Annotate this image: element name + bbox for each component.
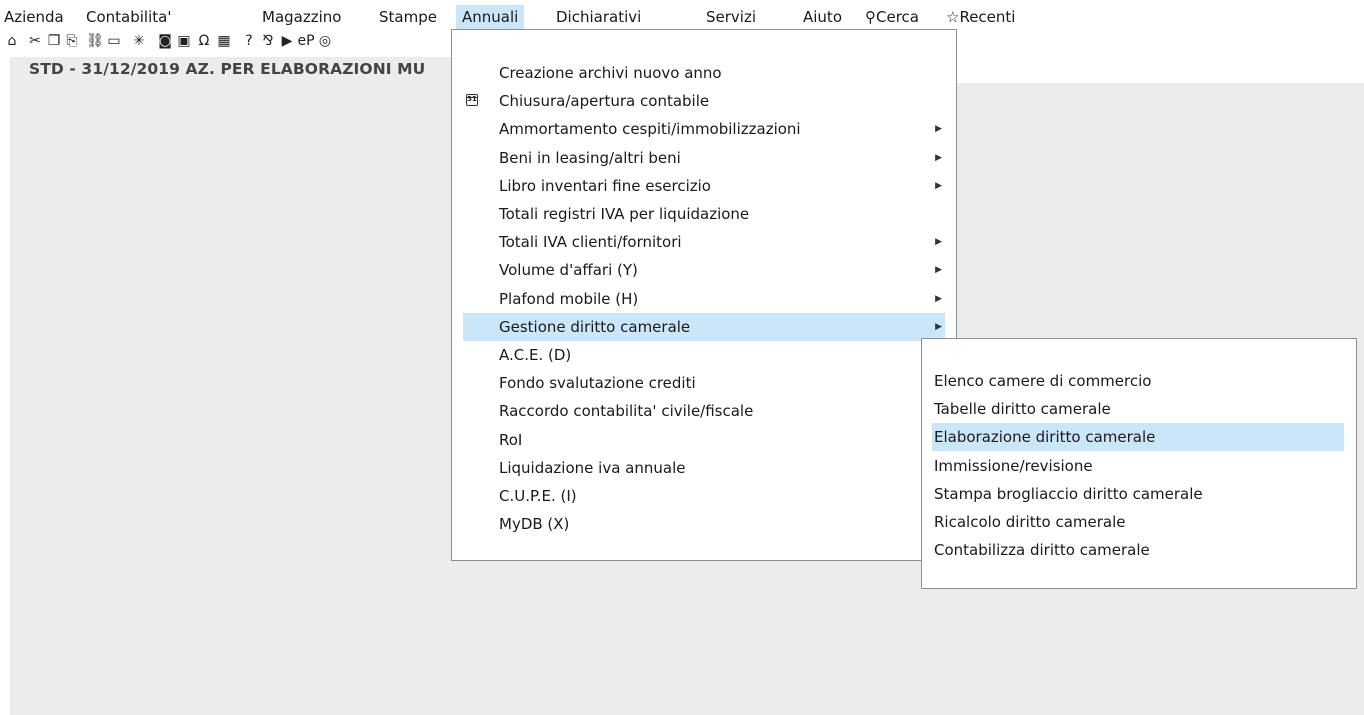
menu-aiuto[interactable]: Aiuto bbox=[803, 5, 842, 29]
submenu-arrow-icon: ▶ bbox=[935, 237, 942, 248]
cut-icon[interactable]: ✂ bbox=[27, 32, 43, 50]
shrink-icon[interactable]: ✳ bbox=[131, 32, 147, 50]
menu-magazzino[interactable]: Magazzino bbox=[262, 5, 341, 29]
menu-item-label: Volume d'affari (Y) bbox=[499, 261, 638, 280]
menu-contabilita[interactable]: Contabilita' bbox=[86, 5, 171, 29]
annuali-menu-item[interactable]: Creazione archivi nuovo anno bbox=[463, 59, 945, 87]
search-icon: ⚲ bbox=[865, 8, 876, 26]
chat-icon[interactable]: ◎ bbox=[317, 32, 333, 50]
submenu-arrow-icon: ▶ bbox=[935, 293, 942, 304]
recenti-label: Recenti bbox=[959, 8, 1016, 26]
menu-item-label: Liquidazione iva annuale bbox=[499, 458, 686, 477]
annuali-menu-item[interactable]: C.U.P.E. (I) bbox=[463, 482, 945, 510]
submenu-item[interactable]: Stampa brogliaccio diritto camerale bbox=[932, 480, 1344, 508]
paste-icon[interactable]: ⎘ bbox=[64, 32, 80, 50]
submenu-item-label: Stampa brogliaccio diritto camerale bbox=[934, 484, 1203, 503]
copy-icon[interactable]: ❐ bbox=[46, 32, 62, 50]
help-icon[interactable]: ? bbox=[241, 32, 257, 50]
menu-item-label: Gestione diritto camerale bbox=[499, 317, 691, 336]
menu-stampe[interactable]: Stampe bbox=[379, 5, 437, 29]
submenu-item-label: Tabelle diritto camerale bbox=[934, 400, 1111, 419]
menu-azienda[interactable]: Azienda bbox=[4, 5, 64, 29]
menu-item-label: Totali IVA clienti/fornitori bbox=[499, 233, 682, 252]
cerca-label: Cerca bbox=[876, 8, 919, 26]
menu-item-label: Libro inventari fine esercizio bbox=[499, 176, 711, 195]
link-icon[interactable]: ⛓ bbox=[86, 32, 104, 50]
menu-item-label: Creazione archivi nuovo anno bbox=[499, 64, 722, 82]
annuali-menu-item[interactable]: RoI bbox=[463, 426, 945, 454]
translate-icon[interactable]: ⅋ bbox=[260, 32, 276, 50]
annuali-menu-item[interactable]: Raccordo contabilita' civile/fiscale bbox=[463, 397, 945, 425]
annuali-menu-item[interactable]: Fondo svalutazione crediti bbox=[463, 369, 945, 397]
submenu-item-label: Ricalcolo diritto camerale bbox=[934, 513, 1126, 531]
menu-cerca[interactable]: ⚲Cerca bbox=[865, 5, 919, 29]
menu-dichiarativi[interactable]: Dichiarativi bbox=[556, 5, 641, 29]
annuali-menu-item[interactable]: Plafond mobile (H) ▶ bbox=[463, 285, 945, 313]
play-icon[interactable]: ▶ bbox=[279, 32, 295, 50]
submenu-item[interactable]: Elaborazione diritto camerale bbox=[932, 423, 1344, 452]
menu-recenti[interactable]: ☆Recenti bbox=[946, 5, 1015, 29]
calendar-31-icon: 31 bbox=[466, 94, 478, 107]
submenu-arrow-icon: ▶ bbox=[935, 180, 942, 191]
menu-servizi[interactable]: Servizi bbox=[706, 5, 756, 29]
menu-item-label: A.C.E. (D) bbox=[499, 346, 572, 364]
annuali-menu-item[interactable]: Gestione diritto camerale ▶ bbox=[463, 312, 945, 341]
menu-bar: Azienda Contabilita' Magazzino Stampe An… bbox=[0, 0, 1364, 30]
submenu-item-label: Contabilizza diritto camerale bbox=[934, 541, 1150, 560]
camera-icon[interactable]: ◙ bbox=[157, 32, 173, 50]
ep-icon[interactable]: eP bbox=[297, 32, 314, 50]
menu-item-label: Chiusura/apertura contabile bbox=[499, 92, 710, 111]
submenu-item[interactable]: Immissione/revisione bbox=[932, 452, 1344, 480]
menu-annuali[interactable]: Annuali bbox=[456, 5, 525, 29]
menu-item-label: Totali registri IVA per liquidazione bbox=[499, 205, 750, 223]
submenu-item[interactable]: Contabilizza diritto camerale bbox=[932, 536, 1344, 564]
menu-item-label: MyDB (X) bbox=[499, 515, 570, 534]
submenu-arrow-icon: ▶ bbox=[935, 265, 942, 276]
submenu-item-label: Immissione/revisione bbox=[934, 456, 1093, 475]
annuali-menu-item[interactable]: 31 Chiusura/apertura contabile bbox=[463, 87, 945, 115]
monitor-icon[interactable]: ▭ bbox=[106, 32, 122, 50]
calculator-icon[interactable]: ▦ bbox=[216, 32, 232, 50]
submenu-arrow-icon: ▶ bbox=[935, 124, 942, 135]
annuali-menu-item[interactable]: Volume d'affari (Y) ▶ bbox=[463, 256, 945, 284]
menu-item-label: C.U.P.E. (I) bbox=[499, 487, 577, 505]
submenu-item-label: Elenco camere di commercio bbox=[934, 372, 1152, 390]
menu-item-label: Plafond mobile (H) bbox=[499, 289, 639, 308]
company-label: STD - 31/12/2019 AZ. PER ELABORAZIONI MU bbox=[29, 60, 426, 78]
annuali-menu-item[interactable]: Totali IVA clienti/fornitori ▶ bbox=[463, 228, 945, 256]
toolbar: ⌂ ✂ ❐ ⎘ ⛓ ▭ ✳ ◙ ▣ Ω ▦? ⅋ ▶ eP ◎ bbox=[0, 30, 452, 54]
menu-item-label: Fondo svalutazione crediti bbox=[499, 374, 696, 393]
annuali-menu-item[interactable]: Ammortamento cespiti/immobilizzazioni ▶ bbox=[463, 115, 945, 143]
submenu-item[interactable]: Elenco camere di commercio bbox=[932, 367, 1344, 395]
submenu-item[interactable]: Tabelle diritto camerale bbox=[932, 395, 1344, 423]
star-icon: ☆ bbox=[946, 8, 960, 26]
submenu-arrow-icon: ▶ bbox=[935, 152, 942, 163]
annuali-menu-item[interactable]: Totali registri IVA per liquidazione bbox=[463, 200, 945, 228]
submenu-arrow-icon: ▶ bbox=[935, 321, 942, 332]
annuali-menu-item[interactable]: A.C.E. (D) bbox=[463, 341, 945, 369]
annuali-menu-item[interactable]: Liquidazione iva annuale bbox=[463, 454, 945, 482]
menu-item-label: Ammortamento cespiti/immobilizzazioni bbox=[499, 120, 801, 139]
omega-icon[interactable]: Ω bbox=[196, 32, 212, 50]
annuali-menu: Creazione archivi nuovo anno 31 Chiusura/a… bbox=[451, 29, 957, 561]
company-header: STD - 31/12/2019 AZ. PER ELABORAZIONI MU bbox=[10, 57, 452, 83]
annuali-menu-item[interactable]: Libro inventari fine esercizio ▶ bbox=[463, 172, 945, 200]
calendar-icon[interactable]: ▣ bbox=[176, 32, 192, 50]
annuali-menu-item[interactable]: MyDB (X) bbox=[463, 510, 945, 538]
menu-item-label: Beni in leasing/altri beni bbox=[499, 148, 681, 167]
annuali-menu-item[interactable]: Beni in leasing/altri beni ▶ bbox=[463, 144, 945, 172]
diritto-camerale-submenu: Elenco camere di commercio Tabelle diritt… bbox=[921, 338, 1357, 589]
home-icon[interactable]: ⌂ bbox=[4, 32, 20, 50]
submenu-item-label: Elaborazione diritto camerale bbox=[934, 428, 1156, 447]
menu-item-label: Raccordo contabilita' civile/fiscale bbox=[499, 402, 754, 421]
menu-item-label: RoI bbox=[499, 430, 523, 449]
submenu-item[interactable]: Ricalcolo diritto camerale bbox=[932, 508, 1344, 536]
